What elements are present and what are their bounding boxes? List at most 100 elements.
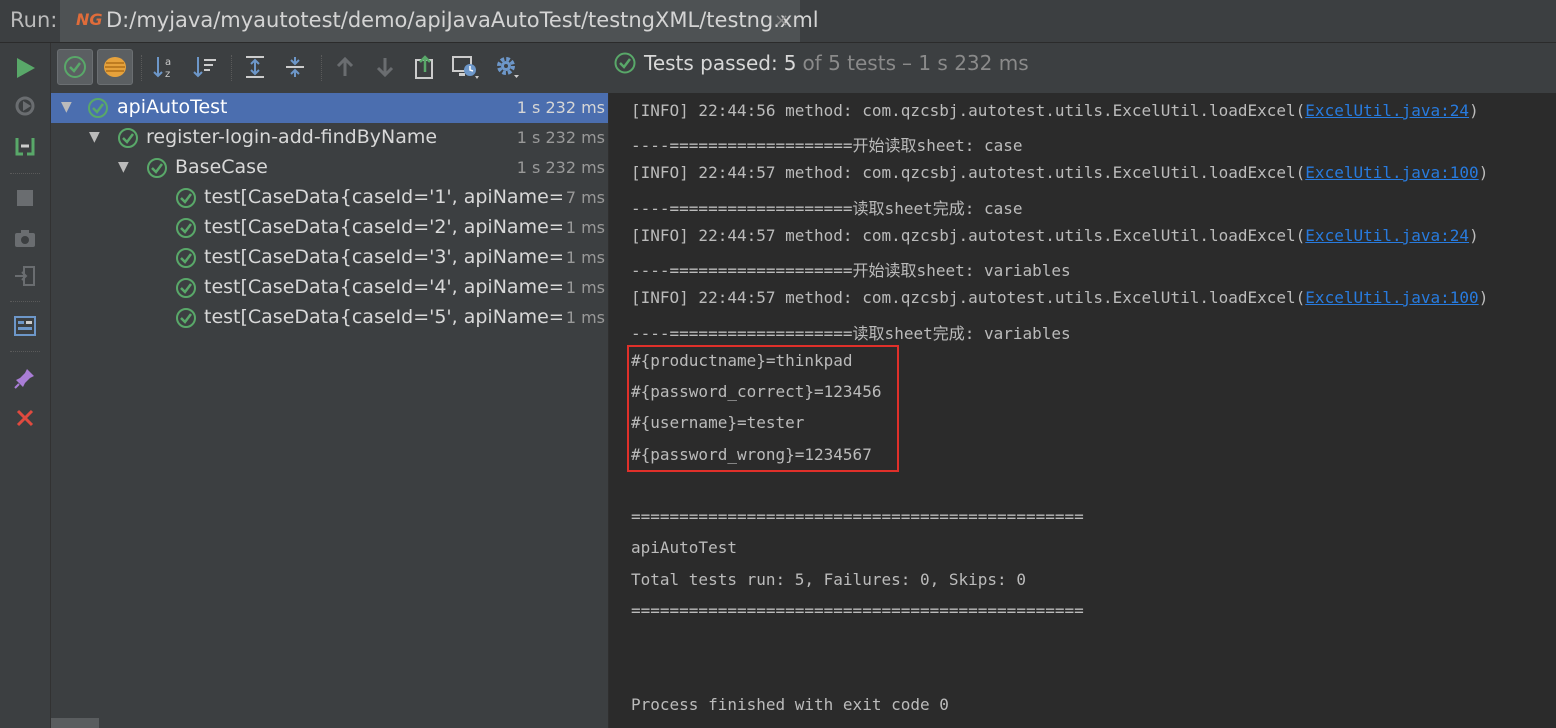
export-icon	[415, 55, 433, 79]
test-history-button[interactable]	[447, 49, 483, 85]
play-icon	[17, 58, 35, 78]
passed-check-icon	[147, 158, 167, 178]
console-line: ----===================读取sheet完成: variab…	[631, 324, 1071, 343]
tree-row-method[interactable]: test[CaseData{caseId='2', apiName='l 1 m…	[51, 213, 608, 243]
toolbar-separator	[10, 351, 40, 352]
history-icon	[452, 56, 479, 79]
testng-icon: NG	[76, 10, 103, 29]
passed-check-icon	[118, 128, 138, 148]
show-passed-button[interactable]	[57, 49, 93, 85]
horizontal-scrollbar[interactable]	[51, 718, 99, 728]
tree-row-label: test[CaseData{caseId='2', apiName='l	[204, 216, 562, 238]
passed-filter-icon	[64, 56, 86, 78]
test-status-bar: Tests passed: 5 of 5 tests – 1 s 232 ms	[608, 43, 1556, 93]
passed-check-icon	[176, 308, 196, 328]
pin-icon	[14, 369, 34, 389]
test-tree: ▼ apiAutoTest 1 s 232 ms ▼ register-logi…	[51, 93, 609, 728]
console-line: Total tests run: 5, Failures: 0, Skips: …	[631, 570, 1026, 589]
exit-icon	[15, 266, 35, 286]
tree-row-label: register-login-add-findByName	[146, 126, 438, 148]
tree-row-time: 7 ms	[565, 188, 605, 207]
toolbar-separator	[10, 301, 40, 302]
expand-all-button[interactable]	[237, 49, 273, 85]
status-label: Tests passed:	[644, 51, 778, 75]
source-link[interactable]: ExcelUtil.java:100	[1305, 288, 1478, 307]
left-toolbar	[0, 43, 51, 728]
source-link[interactable]: ExcelUtil.java:24	[1305, 226, 1469, 245]
close-tab-icon[interactable]: ×	[774, 10, 789, 31]
tree-row-time: 1 ms	[565, 248, 605, 267]
sort-duration-icon	[193, 57, 216, 78]
run-config-tab[interactable]: NG D:/myjava/myautotest/demo/apiJavaAuto…	[60, 0, 819, 42]
dump-threads-button[interactable]	[10, 223, 40, 253]
close-run-button[interactable]	[10, 403, 40, 433]
passed-check-icon	[88, 98, 108, 118]
console-line: [INFO] 22:44:57 method: com.qzcsbj.autot…	[631, 163, 1489, 182]
console-output[interactable]: [INFO] 22:44:56 method: com.qzcsbj.autot…	[609, 93, 1556, 728]
rerun-failed-button[interactable]	[10, 91, 40, 121]
collapse-all-icon	[286, 57, 304, 77]
sort-by-duration-button[interactable]	[187, 49, 223, 85]
expand-arrow-icon[interactable]: ▼	[118, 159, 129, 175]
toggle-auto-test-button[interactable]	[10, 131, 40, 161]
source-link[interactable]: ExcelUtil.java:24	[1305, 101, 1469, 120]
next-test-button[interactable]	[367, 49, 403, 85]
run-tab-bar: Run: NG D:/myjava/myautotest/demo/apiJav…	[0, 0, 1556, 43]
arrow-down-icon	[376, 58, 394, 78]
exit-button[interactable]	[10, 261, 40, 291]
expand-all-icon	[246, 56, 264, 78]
console-line: apiAutoTest	[631, 538, 737, 557]
export-results-button[interactable]	[407, 49, 443, 85]
close-icon	[16, 409, 34, 427]
tree-row-method[interactable]: test[CaseData{caseId='4', apiName='f 1 m…	[51, 273, 608, 303]
toolbar-separator	[141, 55, 142, 81]
restore-layout-button[interactable]	[10, 311, 40, 341]
tree-row-time: 1 s 232 ms	[516, 158, 605, 177]
tree-row-label: test[CaseData{caseId='5', apiName='f	[204, 306, 562, 328]
ignored-filter-icon	[104, 57, 126, 77]
arrow-up-icon	[336, 56, 354, 76]
console-line: ----===================开始读取sheet: variab…	[631, 261, 1071, 280]
sort-alpha-icon: az	[153, 57, 171, 80]
collapse-all-button[interactable]	[277, 49, 313, 85]
tree-row-test[interactable]: ▼ register-login-add-findByName 1 s 232 …	[51, 123, 608, 153]
tree-row-label: test[CaseData{caseId='1', apiName='r	[204, 186, 562, 208]
gear-icon	[497, 57, 519, 78]
tree-row-label: test[CaseData{caseId='3', apiName='a	[204, 246, 562, 268]
tree-row-method[interactable]: test[CaseData{caseId='1', apiName='r 7 m…	[51, 183, 608, 213]
tree-row-time: 1 ms	[565, 308, 605, 327]
pin-tab-button[interactable]	[10, 363, 40, 393]
rerun-button[interactable]	[10, 53, 40, 83]
passed-check-icon	[176, 188, 196, 208]
show-ignored-button[interactable]	[97, 49, 133, 85]
tree-row-time: 1 s 232 ms	[516, 128, 605, 147]
tab-title: D:/myjava/myautotest/demo/apiJavaAutoTes…	[106, 8, 819, 32]
tree-row-time: 1 s 232 ms	[516, 98, 605, 117]
tree-row-class[interactable]: ▼ BaseCase 1 s 232 ms	[51, 153, 608, 183]
sort-alphabetically-button[interactable]: az	[147, 49, 183, 85]
console-line: ========================================…	[631, 601, 1084, 620]
test-status: Tests passed: 5 of 5 tests – 1 s 232 ms	[614, 51, 1029, 75]
stop-icon	[17, 190, 33, 206]
passed-check-icon	[176, 218, 196, 238]
source-link[interactable]: ExcelUtil.java:100	[1305, 163, 1478, 182]
svg-text:a: a	[165, 57, 171, 68]
stop-button[interactable]	[10, 183, 40, 213]
console-line: [INFO] 22:44:56 method: com.qzcsbj.autot…	[631, 101, 1479, 120]
toolbar-separator	[321, 55, 322, 81]
console-line: [INFO] 22:44:57 method: com.qzcsbj.autot…	[631, 226, 1479, 245]
expand-arrow-icon[interactable]: ▼	[89, 129, 100, 145]
tree-row-method[interactable]: test[CaseData{caseId='3', apiName='a 1 m…	[51, 243, 608, 273]
console-line: ----===================开始读取sheet: case	[631, 136, 1023, 155]
passed-check-icon	[614, 52, 636, 74]
previous-test-button[interactable]	[327, 49, 363, 85]
tree-row-suite[interactable]: ▼ apiAutoTest 1 s 232 ms	[51, 93, 608, 123]
status-duration: – 1 s 232 ms	[901, 51, 1029, 75]
settings-button[interactable]	[489, 49, 525, 85]
passed-check-icon	[176, 248, 196, 268]
tree-row-label: BaseCase	[175, 156, 268, 178]
passed-check-icon	[176, 278, 196, 298]
tree-row-method[interactable]: test[CaseData{caseId='5', apiName='f 1 m…	[51, 303, 608, 333]
status-total: of 5 tests	[802, 51, 896, 75]
expand-arrow-icon[interactable]: ▼	[61, 99, 72, 115]
